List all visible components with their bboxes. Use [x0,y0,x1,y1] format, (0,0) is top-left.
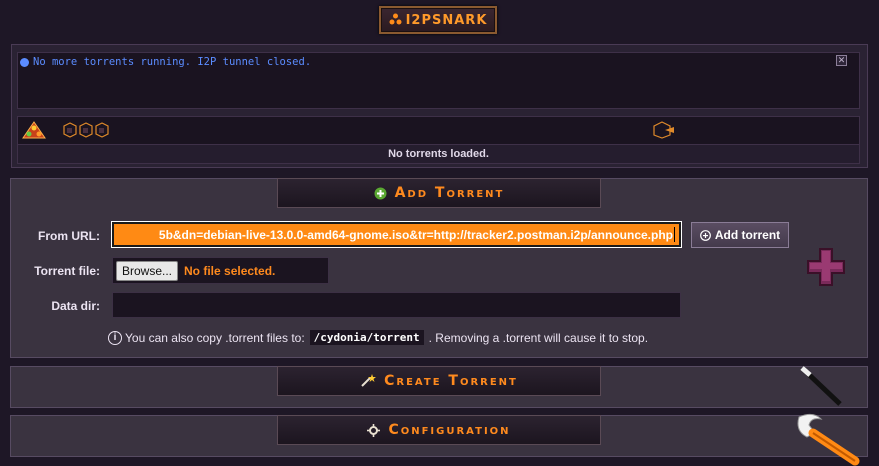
add-torrent-header[interactable]: Add Torrent [277,178,601,208]
snark-triangle-icon [389,13,402,28]
browse-button[interactable]: Browse... [116,260,179,281]
torrent-single-icon[interactable] [651,121,677,139]
close-icon[interactable]: ✕ [836,55,847,66]
configuration-header[interactable]: Configuration [277,415,601,445]
create-torrent-header[interactable]: Create Torrent [277,366,601,396]
wrench-icon [797,413,860,466]
status-message: No more torrents running. I2P tunnel clo… [20,56,311,68]
gear-icon [367,423,381,437]
large-plus-icon [807,248,845,286]
i2psnark-logo-button[interactable]: I2PSNARK [379,6,497,34]
data-dir-input[interactable] [112,292,681,318]
torrent-file-label: Torrent file: [34,264,100,278]
text-caret [674,227,675,242]
add-torrent-title: Add Torrent [394,185,505,201]
plus-circle-icon [374,187,387,199]
logo-label: I2PSNARK [405,12,488,28]
torrent-states-icon[interactable] [62,121,112,139]
plus-circle-icon [699,229,711,241]
info-icon: i [108,330,122,345]
torrent-filter-bar [17,116,860,144]
wand-icon [361,374,377,387]
hint-prefix: You can also copy .torrent files to: [125,330,305,345]
add-torrent-button-label: Add torrent [714,228,781,242]
status-box: No more torrents running. I2P tunnel clo… [17,52,860,109]
torrent-dir-hint: i You can also copy .torrent files to: /… [108,330,648,345]
no-file-selected: No file selected. [184,263,276,278]
torrent-file-input[interactable]: Browse... No file selected. [112,257,329,284]
no-torrents-message: No torrents loaded. [17,144,860,164]
add-torrent-button[interactable]: Add torrent [691,222,789,248]
configuration-title: Configuration [388,422,511,438]
hint-path: /cydonia/torrent [309,330,424,345]
data-dir-label: Data dir: [51,299,100,313]
torrent-all-icon[interactable] [22,121,46,139]
from-url-input[interactable]: 5b&dn=debian-live-13.0.0-amd64-gnome.iso… [111,221,682,248]
info-dot-icon [20,57,29,67]
hint-suffix: . Removing a .torrent will cause it to s… [428,330,649,345]
magic-wand-icon [800,366,842,406]
from-url-value: 5b&dn=debian-live-13.0.0-amd64-gnome.iso… [158,227,673,242]
create-torrent-title: Create Torrent [384,373,518,389]
status-message-text: No more torrents running. I2P tunnel clo… [33,56,312,68]
from-url-label: From URL: [38,229,100,243]
